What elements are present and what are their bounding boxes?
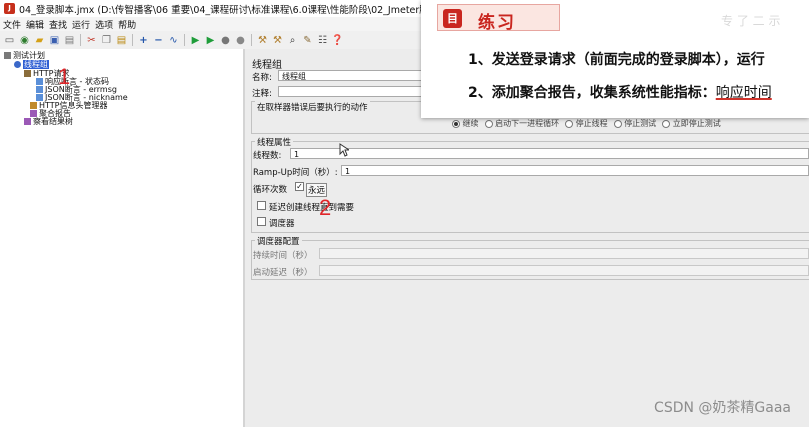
loop-count-label: 循环次数	[253, 185, 288, 195]
toolbar-separator	[132, 34, 133, 46]
rampup-label: Ramp-Up时间（秒）:	[253, 168, 338, 178]
reset-search-icon[interactable]: ✎	[301, 34, 314, 47]
scheduler-checkbox[interactable]	[257, 217, 266, 226]
radio-label: 停止线程	[575, 119, 608, 128]
name-label: 名称:	[252, 73, 272, 83]
start-icon[interactable]: ▶	[189, 34, 202, 47]
save-screenshot-icon[interactable]: ▤	[63, 34, 76, 47]
toolbar-separator	[251, 34, 252, 46]
mouse-cursor-icon	[339, 143, 349, 157]
exercise-step-2: 2、添加聚合报告，收集系统性能指标：响应时间	[468, 82, 772, 102]
thread-properties-title: 线程属性	[255, 136, 294, 148]
radio-icon	[662, 119, 671, 128]
listener-icon	[24, 118, 31, 125]
test-plan-tree: 测试计划 线程组 HTTP请求 响应断言 - 状态码 JSON断言 - errm…	[0, 49, 244, 427]
radio-label: 立即停止测试	[672, 119, 721, 128]
exercise-step-1: 1、发送登录请求（前面完成的登录脚本），运行	[468, 52, 765, 68]
clear-icon[interactable]: ⚒	[256, 34, 269, 47]
assertion-icon	[36, 86, 43, 93]
paste-icon[interactable]: ▤	[115, 34, 128, 47]
toggle-icon[interactable]: ∿	[167, 34, 180, 47]
shutdown-icon[interactable]: ●	[234, 34, 247, 47]
exercise-icon: 目	[443, 9, 462, 28]
test-plan-icon	[4, 52, 11, 59]
templates-icon[interactable]: ◉	[18, 34, 31, 47]
error-action-title: 在取样器错误后要执行的动作	[255, 101, 370, 113]
toolbar-separator	[80, 34, 81, 46]
radio-label: 继续	[462, 119, 479, 128]
menu-edit[interactable]: 编辑	[26, 18, 44, 31]
expand-icon[interactable]: +	[137, 34, 150, 47]
copy-icon[interactable]: ❐	[100, 34, 113, 47]
scheduler-label: 调度器	[269, 219, 295, 229]
radio-icon	[452, 119, 460, 128]
menu-file[interactable]: 文件	[3, 18, 21, 31]
exercise-step-2-text: 2、添加聚合报告，收集系统性能指标：	[468, 85, 716, 101]
save-icon[interactable]: ▣	[48, 34, 61, 47]
cut-icon[interactable]: ✂	[85, 34, 98, 47]
assertion-icon	[36, 94, 43, 101]
window-title: 04_登录脚本.jmx (D:\传智播客\06 重要\04_课程研讨\标准课程\…	[19, 4, 454, 16]
error-action-next-loop[interactable]: 启动下一进程循环	[484, 118, 560, 129]
threads-input[interactable]: 1	[290, 148, 809, 159]
menu-run[interactable]: 运行	[72, 18, 90, 31]
assertion-icon	[36, 78, 43, 85]
delay-create-label: 延迟创建线程直到需要	[269, 203, 355, 213]
annotation-1: 1	[58, 64, 71, 89]
exercise-banner: 目 练习	[437, 4, 560, 33]
error-action-group: 继续 启动下一进程循环 停止线程 停止测试 立即停止测试	[452, 118, 721, 129]
toolbar-separator	[184, 34, 185, 46]
page-title: 线程组	[252, 60, 282, 71]
radio-icon	[613, 119, 622, 128]
radio-label: 停止测试	[624, 119, 657, 128]
stop-icon[interactable]: ●	[219, 34, 232, 47]
startup-delay-label: 启动延迟（秒）	[253, 268, 313, 278]
clear-all-icon[interactable]: ⚒	[271, 34, 284, 47]
error-action-continue[interactable]: 继续	[452, 118, 479, 129]
rampup-input[interactable]: 1	[341, 165, 809, 176]
menu-options[interactable]: 选项	[95, 18, 113, 31]
menu-help[interactable]: 帮助	[118, 18, 136, 31]
tree-node-label: 察看结果树	[33, 117, 73, 126]
tree-node-label: 测试计划	[13, 51, 45, 60]
help-icon[interactable]: ❓	[331, 34, 344, 47]
config-icon	[30, 102, 37, 109]
duration-label: 持续时间（秒）	[253, 251, 313, 261]
annotation-2: 2	[319, 195, 332, 220]
exercise-overlay: 目 练习 专 了 二 示 1、发送登录请求（前面完成的登录脚本），运行 2、添加…	[421, 0, 809, 118]
jmeter-app-icon: J	[4, 3, 15, 14]
scheduler-config-title: 调度器配置	[255, 235, 302, 247]
delay-create-checkbox[interactable]	[257, 201, 266, 210]
tree-node-view-results-tree[interactable]: 察看结果树	[24, 117, 73, 126]
radio-icon	[565, 119, 574, 128]
sampler-icon	[24, 70, 31, 77]
menu-search[interactable]: 查找	[49, 18, 67, 31]
collapse-icon[interactable]: −	[152, 34, 165, 47]
error-action-stop-thread[interactable]: 停止线程	[565, 118, 608, 129]
function-helper-icon[interactable]: ☷	[316, 34, 329, 47]
overlay-ghost-text: 专 了 二 示	[721, 14, 781, 28]
search-icon[interactable]: ⌕	[286, 34, 299, 47]
new-icon[interactable]: ▭	[3, 34, 16, 47]
startup-delay-input[interactable]	[319, 265, 809, 276]
open-icon[interactable]: ▰	[33, 34, 46, 47]
threads-label: 线程数:	[253, 151, 282, 161]
radio-label: 启动下一进程循环	[495, 119, 560, 128]
start-no-pause-icon[interactable]: ▶	[204, 34, 217, 47]
comment-label: 注释:	[252, 89, 272, 99]
tree-node-thread-group[interactable]: 线程组	[14, 60, 49, 69]
loop-forever-checkbox[interactable]: ✓	[295, 182, 304, 191]
radio-icon	[484, 119, 493, 128]
watermark: CSDN @奶茶精Gaaa	[654, 400, 791, 416]
exercise-title: 练习	[478, 13, 516, 33]
thread-group-icon	[14, 61, 21, 68]
duration-input[interactable]	[319, 248, 809, 259]
listener-icon	[30, 110, 37, 117]
error-action-stop-now[interactable]: 立即停止测试	[662, 118, 721, 129]
tree-node-label: 线程组	[23, 60, 49, 69]
exercise-step-2-highlight: 响应时间	[715, 85, 772, 101]
error-action-stop-test[interactable]: 停止测试	[613, 118, 657, 129]
tree-node-test-plan[interactable]: 测试计划	[4, 51, 45, 60]
